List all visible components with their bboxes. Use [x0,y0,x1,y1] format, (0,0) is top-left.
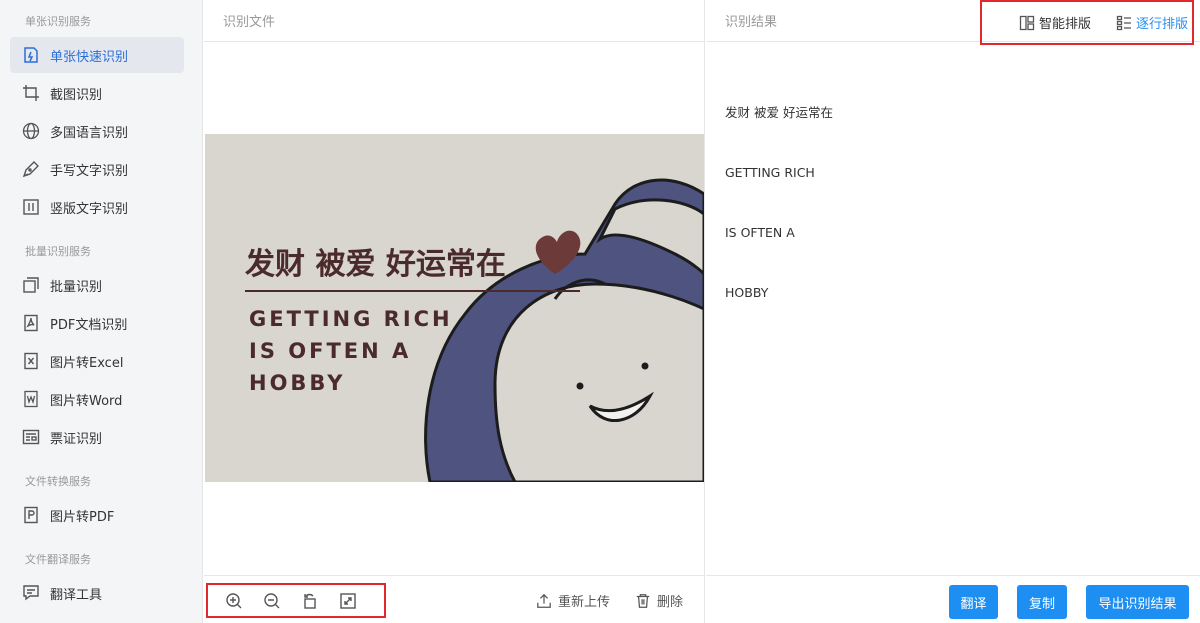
sidebar-item-label: 票证识别 [50,431,103,447]
image-tools [206,583,386,618]
image-preview[interactable]: 发财 被爱 好运常在 GETTING RICH IS OFTEN A HOBBY [205,134,704,482]
export-button[interactable]: 导出识别结果 [1086,585,1189,619]
sidebar-item-label: 翻译工具 [50,587,103,603]
translate-icon [22,584,40,602]
sidebar-item-label: 批量识别 [50,279,103,295]
sidebar-item-multilang[interactable]: 多国语言识别 [10,113,184,149]
file-panel-header: 识别文件 [204,0,704,42]
sidebar-item-handwriting[interactable]: 手写文字识别 [10,151,184,187]
ticket-icon [22,428,40,446]
fit-screen-icon[interactable] [338,591,358,611]
upload-icon [536,593,552,609]
sidebar-item-label: 手写文字识别 [50,163,129,179]
delete-button[interactable]: 删除 [635,591,683,610]
sidebar-item-label: 截图识别 [50,87,103,103]
quick-scan-icon [22,46,40,64]
line-layout-label: 逐行排版 [1136,17,1189,32]
result-text[interactable]: 发财 被爱 好运常在 GETTING RICH IS OFTEN A HOBBY [725,63,833,343]
delete-label: 删除 [657,595,684,610]
sidebar-item-pdf[interactable]: PDF文档识别 [10,305,184,341]
smart-layout-icon [1019,15,1035,31]
trash-icon [635,593,651,609]
pdf-p-icon [22,506,40,524]
reupload-label: 重新上传 [558,595,611,610]
translate-button[interactable]: 翻译 [949,585,998,619]
stack-icon [22,276,40,294]
sidebar-item-translate[interactable]: 翻译工具 [10,575,184,611]
group-title-batch: 批量识别服务 [25,245,91,258]
image-line-2: IS OFTEN A [249,339,411,363]
uploaded-image: 发财 被爱 好运常在 GETTING RICH IS OFTEN A HOBBY [205,134,704,482]
sidebar-item-label: 竖版文字识别 [50,201,129,217]
smart-layout-option[interactable]: 智能排版 [1019,13,1091,32]
line-layout-option[interactable]: 逐行排版 [1116,13,1188,32]
zoom-in-icon[interactable] [224,591,244,611]
globe-icon [22,122,40,140]
image-headline: 发财 被爱 好运常在 [244,247,506,282]
crop-icon [22,84,40,102]
sidebar-item-ticket[interactable]: 票证识别 [10,419,184,455]
sidebar-item-label: 多国语言识别 [50,125,129,141]
sidebar-item-label: 图片转Excel [50,355,124,371]
sidebar-item-label: PDF文档识别 [50,317,128,333]
sidebar-item-screenshot[interactable]: 截图识别 [10,75,184,111]
pen-icon [22,160,40,178]
sidebar: 单张识别服务 单张快速识别 截图识别 多国语言识别 手写文字识别 竖版文字识别 … [0,0,203,623]
result-panel-footer: 翻译 复制 导出识别结果 [706,575,1200,623]
copy-button[interactable]: 复制 [1017,585,1067,619]
pdf-icon [22,314,40,332]
file-panel-footer: 重新上传 删除 [204,575,704,623]
result-line: HOBBY [725,285,769,300]
vertical-text-icon [22,198,40,216]
sidebar-item-vertical[interactable]: 竖版文字识别 [10,189,184,225]
sidebar-item-word[interactable]: 图片转Word [10,381,184,417]
layout-options: 智能排版 逐行排版 [980,0,1194,45]
reupload-button[interactable]: 重新上传 [536,591,610,610]
sidebar-item-batch[interactable]: 批量识别 [10,267,184,303]
line-layout-icon [1116,15,1132,31]
excel-icon [22,352,40,370]
file-panel-title: 识别文件 [223,15,276,30]
sidebar-item-label: 单张快速识别 [50,49,129,65]
result-line: IS OFTEN A [725,225,795,240]
result-panel-title: 识别结果 [725,15,778,30]
zoom-out-icon[interactable] [262,591,282,611]
group-title-translate: 文件翻译服务 [25,553,91,566]
image-line-3: HOBBY [249,371,346,395]
word-icon [22,390,40,408]
image-line-1: GETTING RICH [249,307,453,331]
ocr-app: 单张识别服务 单张快速识别 截图识别 多国语言识别 手写文字识别 竖版文字识别 … [0,0,1200,623]
rotate-icon[interactable] [300,591,320,611]
result-line: 发财 被爱 好运常在 [725,105,833,120]
sidebar-item-to-pdf[interactable]: 图片转PDF [10,497,184,533]
sidebar-item-excel[interactable]: 图片转Excel [10,343,184,379]
result-line: GETTING RICH [725,165,815,180]
smart-layout-label: 智能排版 [1039,17,1092,32]
sidebar-item-label: 图片转PDF [50,509,115,525]
group-title-convert: 文件转换服务 [25,475,91,488]
group-title-single: 单张识别服务 [25,15,91,28]
sidebar-item-quick-scan[interactable]: 单张快速识别 [10,37,184,73]
result-panel: 识别结果 智能排版 逐行排版 发财 被爱 好运常在 GETTING RICH I… [706,0,1200,623]
file-panel: 识别文件 发财 被爱 好运常在 GETTING RICH IS OFTEN A [204,0,705,623]
sidebar-item-label: 图片转Word [50,393,123,409]
